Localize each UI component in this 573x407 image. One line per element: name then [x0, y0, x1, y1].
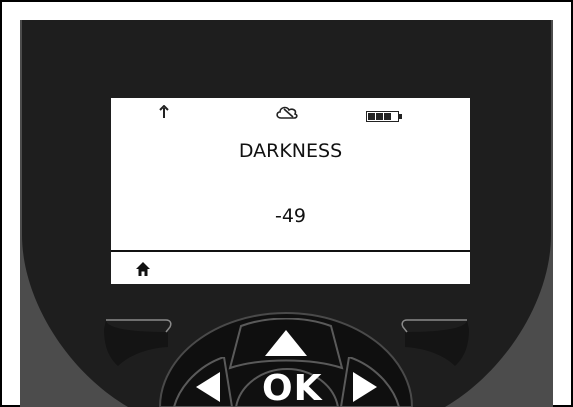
- ok-label: OK: [262, 368, 323, 407]
- printer-control-panel: DARKNESS -49 OK: [0, 0, 573, 407]
- left-arrow-button[interactable]: [164, 357, 234, 407]
- right-softkey-button[interactable]: [403, 318, 469, 368]
- left-softkey-button[interactable]: [104, 318, 170, 368]
- right-arrow-button[interactable]: [339, 357, 409, 407]
